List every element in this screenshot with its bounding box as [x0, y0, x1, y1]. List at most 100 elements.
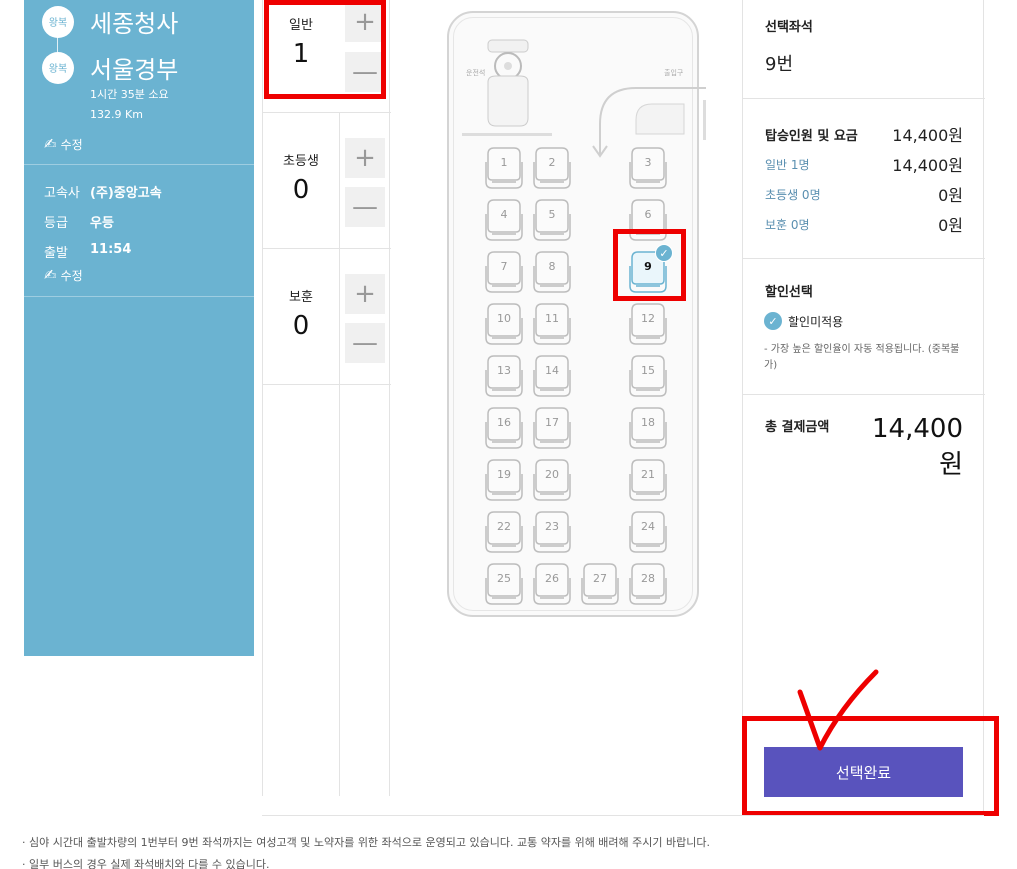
veteran-plus-button[interactable]: +: [345, 274, 385, 314]
discount-title: 할인선택: [765, 285, 813, 300]
fare-row-veteran: 보훈 0명 0원: [765, 212, 963, 236]
adult-label: 일반: [289, 18, 313, 33]
discount-option-label: 할인미적용: [788, 314, 844, 329]
fare-row-label: 초등생 0명: [765, 187, 821, 202]
child-count: 0: [292, 175, 310, 205]
seat-check-icon: ✓: [655, 244, 673, 262]
fare-row-child: 초등생 0명 0원: [765, 182, 963, 206]
door-label: 출입구: [664, 69, 684, 77]
fare-row-value: 14,400원: [892, 156, 963, 175]
seat-number: 6: [644, 208, 652, 221]
seat-number: 24: [641, 520, 655, 533]
seat-19[interactable]: 19: [484, 458, 524, 504]
driver-seat-icon: [487, 39, 529, 127]
seat-number: 22: [497, 520, 511, 533]
seat-14[interactable]: 14: [532, 354, 572, 400]
seat-12[interactable]: 12: [628, 302, 668, 348]
seat-21[interactable]: 21: [628, 458, 668, 504]
fare-title: 탑승인원 및 요금: [765, 128, 858, 144]
seat-27[interactable]: 27: [580, 562, 620, 608]
veteran-minus-button[interactable]: —: [345, 323, 385, 363]
seat-11[interactable]: 11: [532, 302, 572, 348]
fare-total-row: 탑승인원 및 요금 14,400원: [765, 122, 963, 146]
seat-20[interactable]: 20: [532, 458, 572, 504]
adult-count: 1: [292, 39, 310, 69]
seat-25[interactable]: 25: [484, 562, 524, 608]
depart-value: 11:54: [90, 242, 132, 257]
seat-number: 7: [500, 260, 508, 273]
panel-divider: [24, 164, 254, 165]
veteran-label: 보훈: [289, 290, 313, 305]
seat-6[interactable]: 6: [628, 198, 668, 244]
grade-key: 등급: [44, 216, 68, 231]
seat-7[interactable]: 7: [484, 250, 524, 296]
fare-row-label: 보훈 0명: [765, 217, 810, 232]
discount-note: - 가장 높은 할인율이 자동 적용됩니다. (중복불가): [764, 344, 960, 371]
arrival-name: 서울경부: [90, 56, 179, 84]
counter-divider: [263, 248, 391, 249]
summary-divider: [743, 394, 985, 395]
content-bottom-border: [262, 815, 984, 816]
seat-18[interactable]: 18: [628, 406, 668, 452]
seat-9[interactable]: 9 ✓: [628, 244, 673, 296]
child-minus-button[interactable]: —: [345, 187, 385, 227]
seat-number: 27: [593, 572, 607, 585]
seat-5[interactable]: 5: [532, 198, 572, 244]
seat-4[interactable]: 4: [484, 198, 524, 244]
seat-3[interactable]: 3: [628, 146, 668, 192]
seat-24[interactable]: 24: [628, 510, 668, 556]
fare-row-label: 일반 1명: [765, 157, 810, 172]
adult-counter: 일반 1: [263, 14, 339, 69]
seat-15[interactable]: 15: [628, 354, 668, 400]
seat-number: 2: [548, 156, 556, 169]
seat-23[interactable]: 23: [532, 510, 572, 556]
seat-number: 20: [545, 468, 559, 481]
veteran-counter: 보훈 0: [263, 286, 339, 341]
adult-plus-button[interactable]: +: [345, 2, 385, 42]
seat-number: 3: [644, 156, 652, 169]
arrival-badge: 왕복: [42, 51, 74, 84]
seat-17[interactable]: 17: [532, 406, 572, 452]
veteran-count: 0: [292, 311, 310, 341]
seat-number: 18: [641, 416, 655, 429]
route-edit-label: 수정: [60, 137, 83, 152]
seat-13[interactable]: 13: [484, 354, 524, 400]
seat-number: 23: [545, 520, 559, 533]
seat-number: 4: [500, 208, 508, 221]
total-title: 총 결제금액: [765, 420, 830, 435]
seat-22[interactable]: 22: [484, 510, 524, 556]
trip-duration: 1시간 35분 소요: [90, 88, 169, 101]
seat-16[interactable]: 16: [484, 406, 524, 452]
grade-value: 우등: [90, 216, 114, 231]
fare-row-value: 0원: [938, 186, 963, 205]
departure-row: 왕복 세종청사: [42, 4, 178, 39]
trip-edit-link[interactable]: ✍ 수정: [44, 266, 83, 284]
seat-number: 15: [641, 364, 655, 377]
fare-row-value: 0원: [938, 216, 963, 235]
child-plus-button[interactable]: +: [345, 138, 385, 178]
seat-2[interactable]: 2: [532, 146, 572, 192]
selected-seat-value: 9번: [765, 54, 794, 75]
seat-26[interactable]: 26: [532, 562, 572, 608]
discount-option[interactable]: ✓ 할인미적용: [764, 312, 843, 330]
seat-number: 11: [545, 312, 559, 325]
seat-28[interactable]: 28: [628, 562, 668, 608]
seat-number: 19: [497, 468, 511, 481]
seat-number: 8: [548, 260, 556, 273]
selected-seat-title: 선택좌석: [765, 20, 813, 35]
seat-10[interactable]: 10: [484, 302, 524, 348]
seat-number: 17: [545, 416, 559, 429]
route-edit-link[interactable]: ✍ 수정: [44, 135, 83, 153]
counter-divider: [263, 112, 391, 113]
seat-1[interactable]: 1: [484, 146, 524, 192]
departure-name: 세종청사: [90, 10, 179, 38]
trip-info-panel: 왕복 세종청사 왕복 서울경부 1시간 35분 소요 132.9 Km ✍ 수정…: [24, 0, 254, 656]
summary-divider: [743, 98, 985, 99]
seat-8[interactable]: 8: [532, 250, 572, 296]
adult-minus-button[interactable]: —: [345, 52, 385, 92]
child-counter: 초등생 0: [263, 150, 339, 205]
check-icon: ✓: [764, 312, 782, 330]
notice-line: · 일부 버스의 경우 실제 좌석배치와 다를 수 있습니다.: [22, 858, 270, 869]
bus-front-divider: [462, 133, 552, 136]
counter-divider: [263, 384, 391, 385]
